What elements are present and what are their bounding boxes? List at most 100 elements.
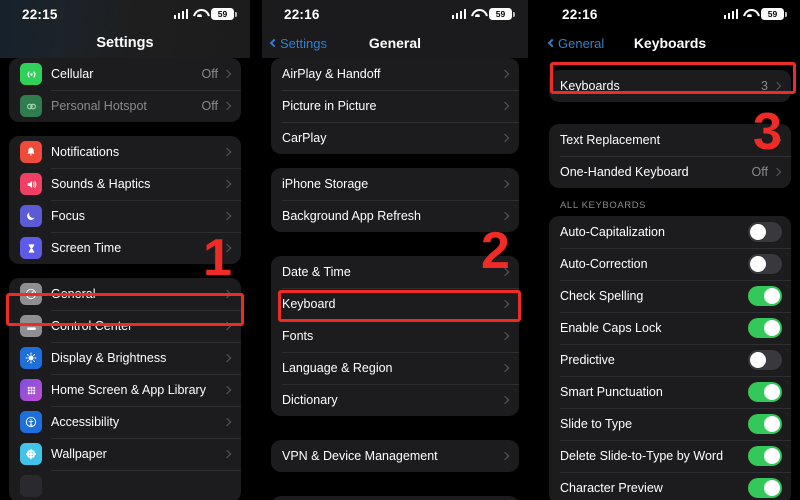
row-label: Character Preview: [560, 481, 663, 495]
row-label: One-Handed Keyboard: [560, 165, 689, 179]
list-item-language-region[interactable]: Language & Region: [271, 352, 519, 384]
list-item-auto-capitalization[interactable]: Auto-Capitalization: [549, 216, 791, 248]
status-clock: 22:15: [22, 6, 58, 22]
group-keyboard-language: Date & Time Keyboard Fonts Language & Re…: [271, 256, 519, 416]
sidebar-item-wallpaper[interactable]: Wallpaper: [9, 438, 241, 470]
list-item-vpn-device-management[interactable]: VPN & Device Management: [271, 440, 519, 472]
group-keyboards: Keyboards 3: [549, 70, 791, 102]
panel-divider-1: [250, 0, 262, 500]
sidebar-item-personal-hotspot[interactable]: Personal Hotspot Off: [9, 90, 241, 122]
status-bar-1: 22:15 59: [0, 0, 250, 28]
row-label: Notifications: [51, 145, 120, 159]
list-item-carplay[interactable]: CarPlay: [271, 122, 519, 154]
accessibility-icon: [20, 411, 42, 433]
nav-bar-3: General Keyboards: [540, 28, 800, 58]
chevron-right-icon: [222, 69, 232, 79]
status-bar-3: 22:16 59: [540, 0, 800, 28]
group-connectivity: Cellular Off Personal Hotspot Off: [9, 58, 241, 122]
row-label: Display & Brightness: [51, 351, 167, 365]
list-item-fonts[interactable]: Fonts: [271, 320, 519, 352]
battery-icon: 59: [761, 8, 787, 20]
list-item-keyboards[interactable]: Keyboards 3: [549, 70, 791, 102]
toggle-auto-correction[interactable]: [748, 254, 782, 274]
toggle-character-preview[interactable]: [748, 478, 782, 498]
siri-icon: [20, 475, 42, 497]
row-label: Auto-Correction: [560, 257, 648, 271]
wallpaper-icon: [20, 443, 42, 465]
panel-keyboards: 22:16 59 General Keyboards Keyboards 3 T…: [540, 0, 800, 500]
list-item-delete-slide-to-type-by-word[interactable]: Delete Slide-to-Type by Word: [549, 440, 791, 472]
row-label: Text Replacement: [560, 133, 661, 147]
chevron-right-icon: [222, 321, 232, 331]
row-label: Screen Time: [51, 241, 122, 255]
back-button[interactable]: General: [547, 35, 605, 51]
sidebar-item-cellular[interactable]: Cellular Off: [9, 58, 241, 90]
row-label: Background App Refresh: [282, 209, 421, 223]
sidebar-item-notifications[interactable]: Notifications: [9, 136, 241, 168]
toggle-predictive[interactable]: [748, 350, 782, 370]
toggle-smart-punctuation[interactable]: [748, 382, 782, 402]
chevron-right-icon: [222, 101, 232, 111]
row-label: AirPlay & Handoff: [282, 67, 381, 81]
list-item-dictionary[interactable]: Dictionary: [271, 384, 519, 416]
row-label: Accessibility: [51, 415, 120, 429]
sidebar-item-display-brightness[interactable]: Display & Brightness: [9, 342, 241, 374]
list-item-smart-punctuation[interactable]: Smart Punctuation: [549, 376, 791, 408]
sidebar-item-home-screen-app-library[interactable]: Home Screen & App Library: [9, 374, 241, 406]
list-item-slide-to-type[interactable]: Slide to Type: [549, 408, 791, 440]
back-label: General: [558, 35, 605, 51]
toggle-enable-caps-lock[interactable]: [748, 318, 782, 338]
row-label: Auto-Capitalization: [560, 225, 665, 239]
cellular-signal-icon: [173, 9, 188, 19]
status-clock: 22:16: [562, 6, 598, 22]
chevron-right-icon: [500, 363, 510, 373]
row-value: 3: [761, 79, 768, 93]
status-bar-2: 22:16 59: [262, 0, 528, 28]
sidebar-item-accessibility[interactable]: Accessibility: [9, 406, 241, 438]
row-label: Predictive: [560, 353, 615, 367]
row-label: Wallpaper: [51, 447, 107, 461]
page-title: Settings: [96, 35, 154, 51]
toggle-auto-capitalization[interactable]: [748, 222, 782, 242]
group-airplay: AirPlay & Handoff Picture in Picture Car…: [271, 58, 519, 154]
control-center-icon: [20, 315, 42, 337]
status-indicators: 59: [723, 8, 787, 20]
toggle-slide-to-type[interactable]: [748, 414, 782, 434]
list-item-picture-in-picture[interactable]: Picture in Picture: [271, 90, 519, 122]
sidebar-item-control-center[interactable]: Control Center: [9, 310, 241, 342]
list-item-enable-caps-lock[interactable]: Enable Caps Lock: [549, 312, 791, 344]
sidebar-item-partial[interactable]: [9, 470, 241, 500]
list-item-airplay-handoff[interactable]: AirPlay & Handoff: [271, 58, 519, 90]
step-number-1: 1: [203, 229, 232, 287]
row-label: Enable Caps Lock: [560, 321, 662, 335]
row-label: Check Spelling: [560, 289, 644, 303]
list-item-check-spelling[interactable]: Check Spelling: [549, 280, 791, 312]
wifi-icon: [471, 9, 484, 19]
list-item-keyboard[interactable]: Keyboard: [271, 288, 519, 320]
row-label: Fonts: [282, 329, 314, 343]
back-button[interactable]: Settings: [269, 36, 327, 51]
row-value: Off: [751, 165, 768, 179]
home-screen-icon: [20, 379, 42, 401]
chevron-right-icon: [500, 133, 510, 143]
panel-divider-2: [528, 0, 540, 500]
sidebar-item-focus[interactable]: Focus: [9, 200, 241, 232]
status-indicators: 59: [173, 8, 237, 20]
toggle-delete-slide-to-type-by-word[interactable]: [748, 446, 782, 466]
toggle-check-spelling[interactable]: [748, 286, 782, 306]
cellular-icon: [20, 63, 42, 85]
list-item-predictive[interactable]: Predictive: [549, 344, 791, 376]
chevron-right-icon: [222, 211, 232, 221]
list-item-iphone-storage[interactable]: iPhone Storage: [271, 168, 519, 200]
list-item-partial[interactable]: [271, 496, 519, 500]
list-item-auto-correction[interactable]: Auto-Correction: [549, 248, 791, 280]
row-label: VPN & Device Management: [282, 449, 438, 463]
notifications-icon: [20, 141, 42, 163]
wifi-icon: [193, 9, 206, 19]
sidebar-item-sounds-haptics[interactable]: Sounds & Haptics: [9, 168, 241, 200]
list-item-character-preview[interactable]: Character Preview: [549, 472, 791, 500]
